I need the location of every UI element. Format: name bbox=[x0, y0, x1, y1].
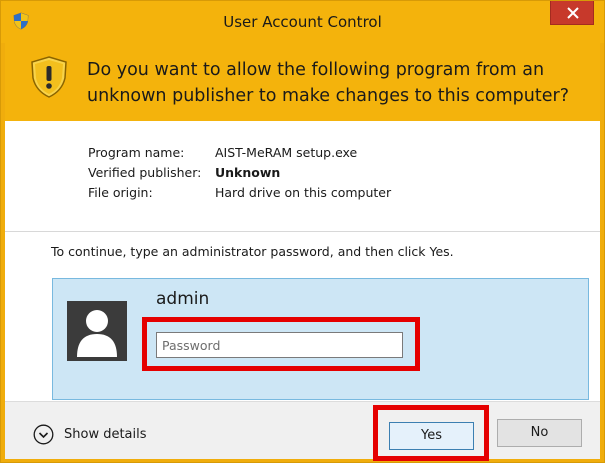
info-key: Program name: bbox=[88, 145, 185, 160]
user-icon bbox=[77, 310, 117, 357]
username-label: admin bbox=[156, 289, 210, 309]
close-icon bbox=[567, 7, 579, 19]
chevron-down-circle-icon bbox=[33, 424, 54, 444]
dialog-footer: Show details Yes No bbox=[5, 401, 600, 461]
title-bar: User Account Control bbox=[1, 1, 604, 43]
show-details-button[interactable]: Show details bbox=[33, 423, 147, 445]
info-row-file-origin: File origin: Hard drive on this computer bbox=[88, 183, 391, 203]
info-value: AIST-MeRAM setup.exe bbox=[215, 145, 358, 160]
password-input[interactable] bbox=[156, 332, 403, 358]
instruction-text: To continue, type an administrator passw… bbox=[51, 244, 454, 259]
no-button[interactable]: No bbox=[497, 419, 582, 447]
program-info: Program name: AIST-MeRAM setup.exe Verifi… bbox=[88, 143, 391, 203]
close-button[interactable] bbox=[550, 1, 594, 25]
info-row-publisher: Verified publisher: Unknown bbox=[88, 163, 391, 183]
warning-shield-icon bbox=[31, 56, 67, 98]
show-details-label: Show details bbox=[64, 426, 147, 442]
uac-question: Do you want to allow the following progr… bbox=[87, 60, 569, 106]
info-key: File origin: bbox=[88, 185, 153, 200]
info-row-program-name: Program name: AIST-MeRAM setup.exe bbox=[88, 143, 391, 163]
yes-button[interactable]: Yes bbox=[389, 422, 474, 450]
divider bbox=[5, 231, 600, 232]
info-key: Verified publisher: bbox=[88, 165, 202, 180]
uac-dialog: User Account Control Do you want to allo… bbox=[0, 0, 605, 463]
window-title: User Account Control bbox=[223, 13, 382, 31]
dialog-content: Program name: AIST-MeRAM setup.exe Verifi… bbox=[5, 121, 600, 401]
credential-tile[interactable]: admin bbox=[52, 278, 589, 400]
password-highlight-box bbox=[142, 317, 420, 371]
prompt-header: Do you want to allow the following progr… bbox=[5, 43, 600, 121]
info-value: Hard drive on this computer bbox=[215, 185, 392, 200]
avatar bbox=[67, 301, 127, 361]
yes-highlight-box: Yes bbox=[373, 405, 489, 461]
info-value: Unknown bbox=[215, 165, 281, 180]
